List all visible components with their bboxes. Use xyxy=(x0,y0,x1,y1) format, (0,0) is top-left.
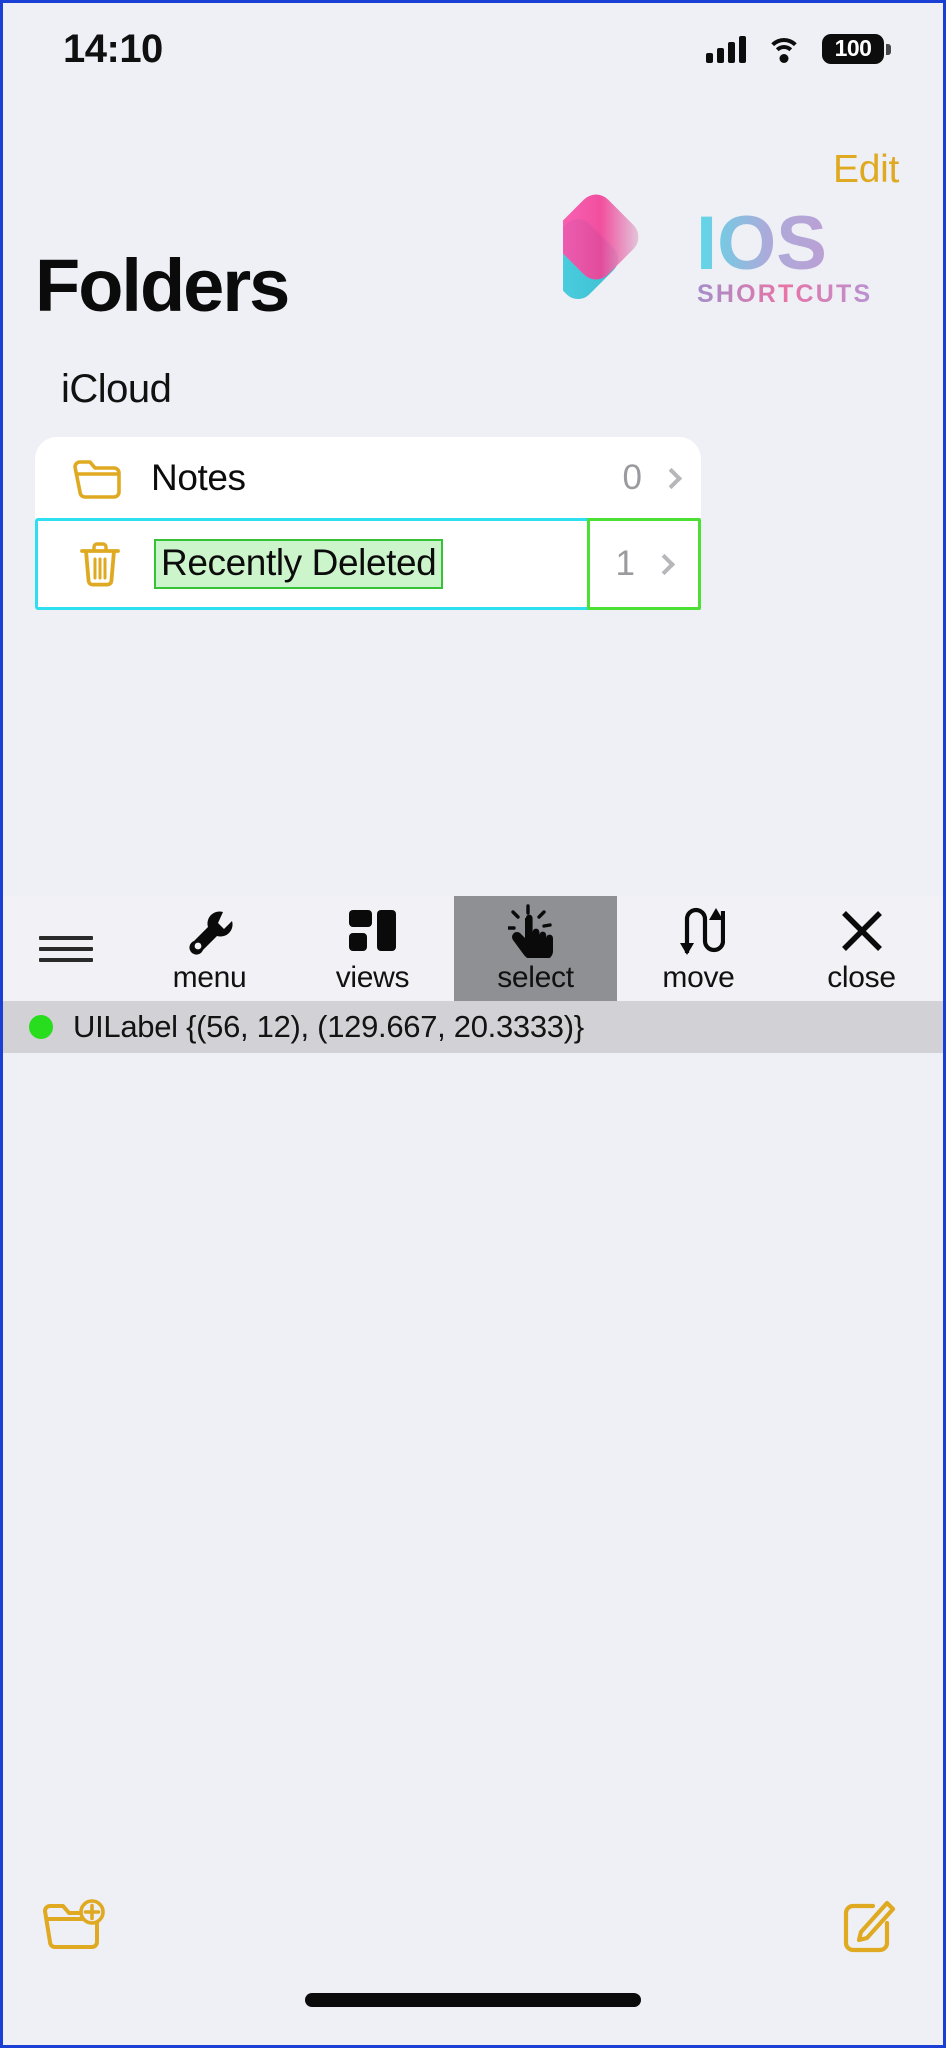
battery-icon: 100 xyxy=(822,34,891,64)
inspector-status-bar: UILabel {(56, 12), (129.667, 20.3333)} xyxy=(3,1001,943,1053)
hamburger-icon xyxy=(38,896,93,1001)
inspector-tool-label: close xyxy=(827,960,896,994)
chevron-right-icon xyxy=(653,553,676,575)
section-header-icloud: iCloud xyxy=(61,367,172,411)
compose-button[interactable] xyxy=(839,1893,901,1960)
list-item-label-wrapper: Recently Deleted xyxy=(154,539,587,589)
list-item-count: 0 xyxy=(622,458,642,497)
battery-level-label: 100 xyxy=(822,34,884,64)
home-indicator xyxy=(305,1993,641,2007)
list-item-recently-deleted[interactable]: Recently Deleted 1 xyxy=(35,518,701,610)
inspector-tool-move[interactable]: move xyxy=(617,896,780,1001)
inspector-tool-close[interactable]: close xyxy=(780,896,943,1001)
battery-tip xyxy=(886,43,891,55)
inspector-tool-label: menu xyxy=(172,960,247,994)
inspector-tool-label: move xyxy=(662,960,735,994)
inspector-tool-label: select xyxy=(497,960,574,994)
device-screen: 14:10 100 Edit IOS SHORTCUTS Folders iCl… xyxy=(0,0,946,2048)
inspector-tool-label: views xyxy=(335,960,410,994)
status-bar-time: 14:10 xyxy=(63,26,163,71)
inspector-tool-views[interactable]: views xyxy=(291,896,454,1001)
move-arrows-icon xyxy=(673,903,725,959)
list-item-notes[interactable]: Notes 0 xyxy=(35,437,701,519)
ios-shortcuts-watermark-logo: IOS SHORTCUTS xyxy=(563,194,872,308)
trash-icon xyxy=(66,539,134,589)
list-item-accessory: 0 xyxy=(623,437,701,519)
close-x-icon xyxy=(839,903,885,959)
tap-hand-icon xyxy=(507,903,564,959)
list-item-label: Notes xyxy=(151,457,246,498)
new-folder-button[interactable] xyxy=(41,1897,111,1964)
status-indicator-dot xyxy=(29,1015,53,1039)
status-bar: 14:10 100 xyxy=(3,3,943,95)
list-item-label: Recently Deleted xyxy=(154,539,444,589)
list-item-accessory: 1 xyxy=(586,518,701,610)
inspector-tool-menu[interactable]: menu xyxy=(128,896,291,1001)
status-bar-indicators: 100 xyxy=(706,34,891,64)
list-item-count: 1 xyxy=(615,544,635,583)
views-icon xyxy=(347,903,399,959)
cellular-signal-icon xyxy=(706,35,746,63)
inspector-toolbar: menu views select move close xyxy=(3,896,943,1001)
inspector-tool-hamburger[interactable] xyxy=(3,896,128,1001)
folder-icon xyxy=(63,457,131,499)
inspector-status-text: UILabel {(56, 12), (129.667, 20.3333)} xyxy=(73,1009,584,1044)
compose-icon xyxy=(843,1900,896,1953)
bottom-toolbar xyxy=(3,1845,943,2045)
new-folder-icon xyxy=(43,1899,105,1949)
folder-list: Notes 0 Recently Deleted 1 xyxy=(35,437,701,610)
inspector-overlay: menu views select move close UILabel {(5… xyxy=(3,896,943,1053)
page-title: Folders xyxy=(35,244,290,327)
wifi-icon xyxy=(766,36,802,63)
chevron-right-icon xyxy=(660,467,683,489)
watermark-primary-text: IOS xyxy=(696,201,827,286)
edit-button[interactable]: Edit xyxy=(833,148,899,192)
inspector-tool-select[interactable]: select xyxy=(454,896,617,1001)
watermark-secondary-text: SHORTCUTS xyxy=(697,280,872,308)
wrench-icon xyxy=(185,903,235,959)
